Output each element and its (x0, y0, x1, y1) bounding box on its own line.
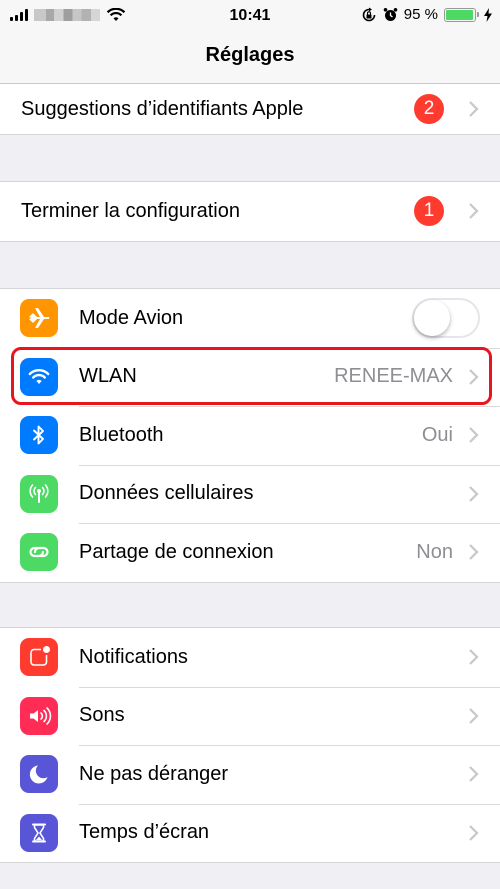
row-label: Données cellulaires (79, 482, 254, 505)
navigation-bar: Réglages (0, 35, 500, 84)
alarm-icon (383, 8, 398, 21)
row-do-not-disturb[interactable]: Ne pas déranger (0, 745, 500, 804)
chevron-right-icon (469, 101, 479, 117)
row-label: Ne pas déranger (79, 762, 228, 785)
row-label: Notifications (79, 645, 188, 668)
airplane-icon (20, 299, 58, 338)
speaker-icon (20, 696, 58, 735)
row-label: Suggestions d’identifiants Apple (21, 97, 304, 120)
hourglass-icon (20, 813, 58, 852)
row-label: Bluetooth (79, 423, 164, 446)
row-cellular-data[interactable]: Données cellulaires (0, 464, 500, 524)
finish-setup-group: Terminer la configuration 1 (0, 181, 500, 242)
hotspot-link-icon (20, 533, 58, 572)
page-title: Réglages (205, 44, 295, 66)
status-bar: 10:41 95 % (0, 0, 500, 35)
chevron-right-icon (469, 766, 479, 783)
row-finish-setup[interactable]: Terminer la configuration 1 (0, 182, 500, 241)
charging-icon (484, 7, 492, 22)
row-label: Terminer la configuration (21, 199, 240, 222)
row-label: Temps d’écran (79, 821, 210, 844)
chevron-right-icon (469, 544, 479, 561)
row-label: Sons (79, 704, 125, 727)
battery-icon (444, 7, 479, 22)
row-personal-hotspot[interactable]: Partage de connexion Non (0, 523, 500, 582)
notification-badge: 1 (414, 196, 444, 227)
chevron-right-icon (469, 707, 479, 724)
row-label: Mode Avion (79, 306, 184, 329)
rotation-lock-icon (362, 7, 376, 21)
toggle-knob (414, 300, 450, 337)
bluetooth-icon (20, 416, 58, 455)
row-label: WLAN (79, 365, 137, 388)
wlan-network-name: RENEE-MAX (334, 365, 453, 388)
battery-fill (446, 9, 473, 20)
row-bluetooth[interactable]: Bluetooth Oui (0, 406, 500, 465)
moon-icon (20, 755, 58, 794)
bluetooth-status: Oui (421, 423, 453, 446)
chevron-right-icon (469, 368, 479, 385)
wifi-icon (20, 357, 58, 396)
airplane-mode-toggle[interactable] (412, 298, 480, 339)
battery-percent: 95 % (403, 6, 438, 23)
row-wlan[interactable]: WLAN RENEE-MAX (0, 347, 500, 407)
notification-badge: 2 (414, 94, 444, 124)
chevron-right-icon (469, 649, 479, 666)
connectivity-group: Mode Avion WLAN RENEE-MAX Bluetooth Oui (0, 288, 500, 583)
notifications-group: Notifications Sons Ne pas déranger Temps… (0, 627, 500, 863)
chevron-right-icon (469, 427, 479, 444)
row-label: Partage de connexion (79, 540, 274, 563)
chevron-right-icon (469, 485, 479, 502)
hotspot-status: Non (416, 540, 453, 563)
row-sounds[interactable]: Sons (0, 686, 500, 746)
row-screen-time[interactable]: Temps d’écran (0, 803, 500, 863)
row-apple-id-suggestions[interactable]: Suggestions d’identifiants Apple 2 (0, 84, 500, 134)
row-notifications[interactable]: Notifications (0, 628, 500, 687)
apple-id-suggestions-group: Suggestions d’identifiants Apple 2 (0, 84, 500, 135)
row-airplane-mode: Mode Avion (0, 289, 500, 348)
chevron-right-icon (469, 824, 479, 841)
antenna-icon (20, 474, 58, 513)
notifications-icon (20, 638, 58, 677)
chevron-right-icon (469, 203, 479, 220)
